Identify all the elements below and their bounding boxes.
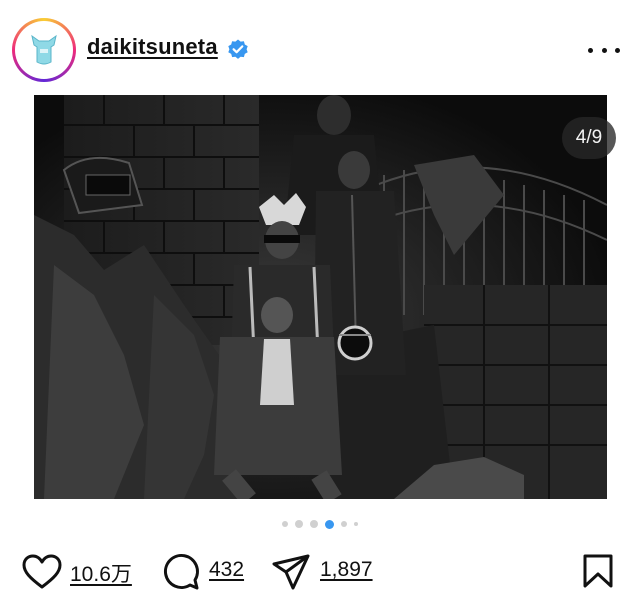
avatar[interactable] (15, 21, 73, 79)
more-options-icon[interactable] (588, 38, 620, 62)
carousel-dot-active (325, 519, 334, 529)
verified-badge-icon (228, 39, 248, 59)
more-dot (615, 47, 620, 53)
post-photo[interactable] (34, 95, 607, 499)
share-icon[interactable] (271, 553, 311, 591)
share-count[interactable]: 1,897 (320, 558, 373, 582)
avatar-story-ring[interactable] (12, 18, 76, 82)
image-counter-badge: 4/9 (562, 117, 616, 159)
carousel-dot (282, 521, 288, 527)
carousel-dot (295, 520, 303, 528)
heart-icon[interactable] (22, 554, 62, 590)
comment-icon[interactable] (162, 553, 200, 591)
carousel-dot (354, 522, 358, 526)
comment-count[interactable]: 432 (209, 558, 244, 582)
more-dot (601, 47, 607, 53)
like-count[interactable]: 10.6万 (70, 558, 132, 588)
bookmark-icon[interactable] (582, 553, 614, 589)
action-bar: 10.6万 432 1,897 (0, 540, 640, 595)
carousel-dot (341, 521, 347, 527)
photo-scene (34, 95, 607, 499)
more-dot (588, 47, 593, 53)
avatar-logo-icon (31, 34, 57, 65)
carousel-dot (310, 520, 318, 528)
post-header: daikitsuneta (0, 0, 640, 96)
carousel-indicator (282, 517, 358, 531)
username[interactable]: daikitsuneta (87, 34, 218, 60)
